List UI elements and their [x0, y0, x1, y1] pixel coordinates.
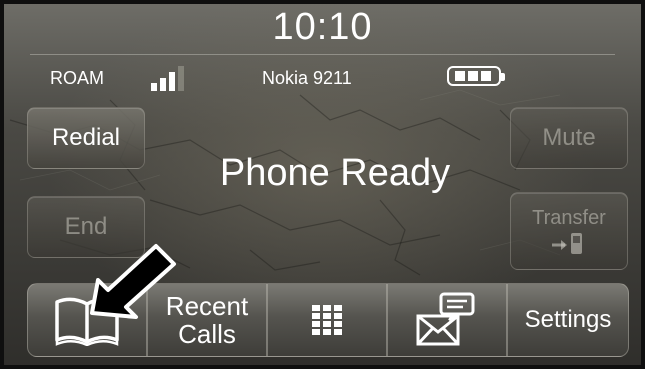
keypad-button[interactable] [267, 283, 387, 357]
signal-icon [151, 65, 187, 91]
mute-button[interactable]: Mute [510, 107, 628, 169]
phone-screen: 10:10 ROAM Nokia 9211 Redial End Mute Tr… [0, 0, 645, 369]
device-name: Nokia 9211 [262, 68, 352, 88]
status-divider [30, 54, 615, 55]
roam-indicator: ROAM [50, 68, 104, 88]
transfer-button[interactable]: Transfer [510, 192, 628, 270]
settings-button[interactable]: Settings [507, 283, 629, 357]
transfer-label: Transfer [532, 206, 606, 229]
phone-status: Phone Ready [219, 152, 451, 194]
transfer-icon [552, 232, 582, 254]
pointer-arrow [90, 244, 176, 319]
settings-label: Settings [524, 306, 612, 333]
keypad-icon [312, 305, 342, 335]
battery-icon [447, 66, 505, 86]
clock-time: 10:10 [272, 6, 373, 48]
messages-button[interactable] [387, 283, 507, 357]
redial-button[interactable]: Redial [27, 107, 145, 169]
messages-icon [416, 292, 475, 346]
